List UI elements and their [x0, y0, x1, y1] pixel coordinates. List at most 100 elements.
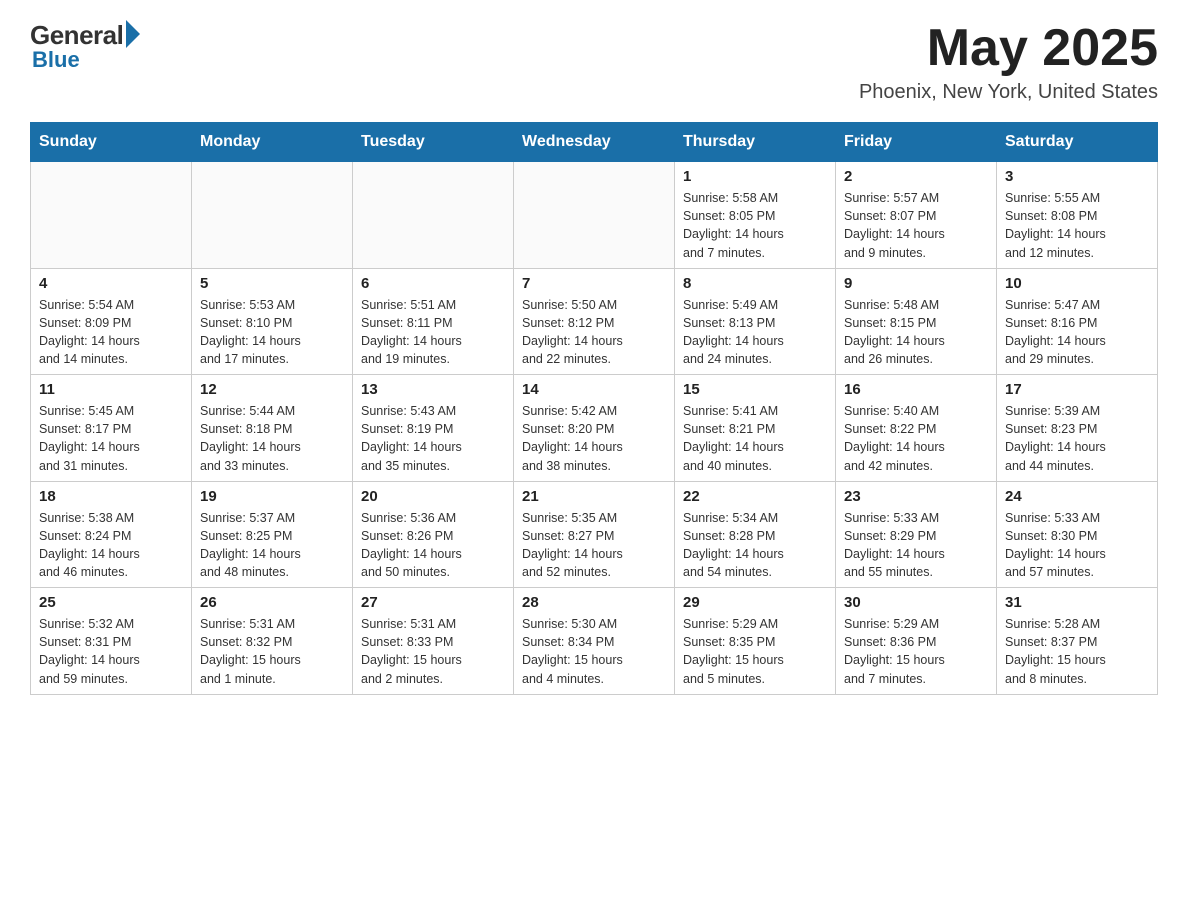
calendar-cell: 28Sunrise: 5:30 AM Sunset: 8:34 PM Dayli…: [514, 588, 675, 695]
weekday-header-sunday: Sunday: [31, 123, 192, 162]
calendar-cell: 22 Sunrise: 5:34 AM Sunset: 8:28 PM Dayli…: [675, 481, 836, 588]
calendar-cell: 25 Sunrise: 5:32 AM Sunset: 8:31 PM Dayli…: [31, 588, 192, 695]
day-info: Sunrise: 5:50 AM Sunset: 8:12 PM Dayligh…: [522, 296, 666, 369]
calendar-cell: 8 Sunrise: 5:49 AM Sunset: 8:13 PM Daylig…: [675, 268, 836, 375]
day-info: Sunrise: 5:37 AM Sunset: 8:25 PM Dayligh…: [200, 509, 344, 582]
day-info: Sunrise: 5:55 AM Sunset: 8:08 PM Dayligh…: [1005, 189, 1149, 262]
calendar-cell: 21Sunrise: 5:35 AM Sunset: 8:27 PM Dayli…: [514, 481, 675, 588]
calendar-cell: 2 Sunrise: 5:57 AM Sunset: 8:07 PM Daylig…: [836, 162, 997, 269]
weekday-header-tuesday: Tuesday: [353, 123, 514, 162]
calendar-cell: 17 Sunrise: 5:39 AM Sunset: 8:23 PM Dayli…: [997, 375, 1158, 482]
day-number: 7: [522, 275, 666, 292]
calendar-cell: 27 Sunrise: 5:31 AM Sunset: 8:33 PM Dayli…: [353, 588, 514, 695]
day-info: Sunrise: 5:42 AM Sunset: 8:20 PM Dayligh…: [522, 402, 666, 475]
day-number: 1: [683, 168, 827, 185]
calendar-cell: 7 Sunrise: 5:50 AM Sunset: 8:12 PM Daylig…: [514, 268, 675, 375]
day-info: Sunrise: 5:53 AM Sunset: 8:10 PM Dayligh…: [200, 296, 344, 369]
day-info: Sunrise: 5:58 AM Sunset: 8:05 PM Dayligh…: [683, 189, 827, 262]
calendar-week-4: 18 Sunrise: 5:38 AM Sunset: 8:24 PM Dayli…: [31, 481, 1158, 588]
calendar-header-row: SundayMondayTuesdayWednesdayThursdayFrid…: [31, 123, 1158, 162]
day-number: 13: [361, 381, 505, 398]
day-number: 3: [1005, 168, 1149, 185]
day-info: Sunrise: 5:54 AM Sunset: 8:09 PM Dayligh…: [39, 296, 183, 369]
weekday-header-thursday: Thursday: [675, 123, 836, 162]
day-info: Sunrise: 5:33 AM Sunset: 8:29 PM Dayligh…: [844, 509, 988, 582]
title-block: May 2025 Phoenix, New York, United State…: [859, 20, 1158, 104]
day-info: Sunrise: 5:30 AM Sunset: 8:34 PM Dayligh…: [522, 615, 666, 688]
calendar-cell: 3 Sunrise: 5:55 AM Sunset: 8:08 PM Daylig…: [997, 162, 1158, 269]
day-info: Sunrise: 5:35 AM Sunset: 8:27 PM Dayligh…: [522, 509, 666, 582]
day-number: 31: [1005, 594, 1149, 611]
day-number: 9: [844, 275, 988, 292]
day-info: Sunrise: 5:40 AM Sunset: 8:22 PM Dayligh…: [844, 402, 988, 475]
day-number: 5: [200, 275, 344, 292]
calendar-cell: [353, 162, 514, 269]
day-number: 19: [200, 488, 344, 505]
calendar-week-3: 11 Sunrise: 5:45 AM Sunset: 8:17 PM Dayli…: [31, 375, 1158, 482]
calendar-cell: 4 Sunrise: 5:54 AM Sunset: 8:09 PM Daylig…: [31, 268, 192, 375]
calendar-cell: [514, 162, 675, 269]
day-info: Sunrise: 5:49 AM Sunset: 8:13 PM Dayligh…: [683, 296, 827, 369]
calendar-cell: 24 Sunrise: 5:33 AM Sunset: 8:30 PM Dayli…: [997, 481, 1158, 588]
day-info: Sunrise: 5:57 AM Sunset: 8:07 PM Dayligh…: [844, 189, 988, 262]
calendar-cell: 9 Sunrise: 5:48 AM Sunset: 8:15 PM Daylig…: [836, 268, 997, 375]
calendar-cell: [192, 162, 353, 269]
day-number: 10: [1005, 275, 1149, 292]
day-info: Sunrise: 5:28 AM Sunset: 8:37 PM Dayligh…: [1005, 615, 1149, 688]
calendar-cell: 6 Sunrise: 5:51 AM Sunset: 8:11 PM Daylig…: [353, 268, 514, 375]
calendar-cell: 18 Sunrise: 5:38 AM Sunset: 8:24 PM Dayli…: [31, 481, 192, 588]
day-info: Sunrise: 5:29 AM Sunset: 8:36 PM Dayligh…: [844, 615, 988, 688]
day-number: 20: [361, 488, 505, 505]
calendar-cell: 26Sunrise: 5:31 AM Sunset: 8:32 PM Dayli…: [192, 588, 353, 695]
day-number: 24: [1005, 488, 1149, 505]
calendar-cell: 16Sunrise: 5:40 AM Sunset: 8:22 PM Dayli…: [836, 375, 997, 482]
day-info: Sunrise: 5:31 AM Sunset: 8:33 PM Dayligh…: [361, 615, 505, 688]
day-number: 22: [683, 488, 827, 505]
day-number: 12: [200, 381, 344, 398]
location-title: Phoenix, New York, United States: [859, 81, 1158, 104]
day-info: Sunrise: 5:44 AM Sunset: 8:18 PM Dayligh…: [200, 402, 344, 475]
day-number: 6: [361, 275, 505, 292]
calendar-cell: 11 Sunrise: 5:45 AM Sunset: 8:17 PM Dayli…: [31, 375, 192, 482]
day-info: Sunrise: 5:48 AM Sunset: 8:15 PM Dayligh…: [844, 296, 988, 369]
calendar-cell: 12 Sunrise: 5:44 AM Sunset: 8:18 PM Dayli…: [192, 375, 353, 482]
weekday-header-monday: Monday: [192, 123, 353, 162]
calendar-cell: 29 Sunrise: 5:29 AM Sunset: 8:35 PM Dayli…: [675, 588, 836, 695]
day-info: Sunrise: 5:41 AM Sunset: 8:21 PM Dayligh…: [683, 402, 827, 475]
calendar-cell: 15 Sunrise: 5:41 AM Sunset: 8:21 PM Dayli…: [675, 375, 836, 482]
calendar-cell: 19 Sunrise: 5:37 AM Sunset: 8:25 PM Dayli…: [192, 481, 353, 588]
day-info: Sunrise: 5:38 AM Sunset: 8:24 PM Dayligh…: [39, 509, 183, 582]
calendar-cell: [31, 162, 192, 269]
day-number: 11: [39, 381, 183, 398]
day-number: 8: [683, 275, 827, 292]
day-info: Sunrise: 5:32 AM Sunset: 8:31 PM Dayligh…: [39, 615, 183, 688]
day-number: 4: [39, 275, 183, 292]
day-info: Sunrise: 5:39 AM Sunset: 8:23 PM Dayligh…: [1005, 402, 1149, 475]
weekday-header-wednesday: Wednesday: [514, 123, 675, 162]
day-number: 29: [683, 594, 827, 611]
calendar-cell: 10 Sunrise: 5:47 AM Sunset: 8:16 PM Dayli…: [997, 268, 1158, 375]
day-number: 27: [361, 594, 505, 611]
day-info: Sunrise: 5:47 AM Sunset: 8:16 PM Dayligh…: [1005, 296, 1149, 369]
calendar-week-1: 1 Sunrise: 5:58 AM Sunset: 8:05 PM Daylig…: [31, 162, 1158, 269]
day-info: Sunrise: 5:43 AM Sunset: 8:19 PM Dayligh…: [361, 402, 505, 475]
logo: General Blue: [30, 20, 140, 73]
day-info: Sunrise: 5:29 AM Sunset: 8:35 PM Dayligh…: [683, 615, 827, 688]
day-info: Sunrise: 5:33 AM Sunset: 8:30 PM Dayligh…: [1005, 509, 1149, 582]
day-number: 18: [39, 488, 183, 505]
page-header: General Blue May 2025 Phoenix, New York,…: [30, 20, 1158, 104]
day-info: Sunrise: 5:45 AM Sunset: 8:17 PM Dayligh…: [39, 402, 183, 475]
calendar-cell: 14Sunrise: 5:42 AM Sunset: 8:20 PM Dayli…: [514, 375, 675, 482]
day-info: Sunrise: 5:34 AM Sunset: 8:28 PM Dayligh…: [683, 509, 827, 582]
month-title: May 2025: [859, 20, 1158, 77]
day-number: 17: [1005, 381, 1149, 398]
calendar-cell: 31 Sunrise: 5:28 AM Sunset: 8:37 PM Dayli…: [997, 588, 1158, 695]
calendar-cell: 20Sunrise: 5:36 AM Sunset: 8:26 PM Dayli…: [353, 481, 514, 588]
day-number: 15: [683, 381, 827, 398]
day-number: 2: [844, 168, 988, 185]
logo-triangle-icon: [126, 20, 140, 48]
day-number: 25: [39, 594, 183, 611]
logo-blue-text: Blue: [32, 47, 80, 73]
day-info: Sunrise: 5:51 AM Sunset: 8:11 PM Dayligh…: [361, 296, 505, 369]
calendar-week-2: 4 Sunrise: 5:54 AM Sunset: 8:09 PM Daylig…: [31, 268, 1158, 375]
